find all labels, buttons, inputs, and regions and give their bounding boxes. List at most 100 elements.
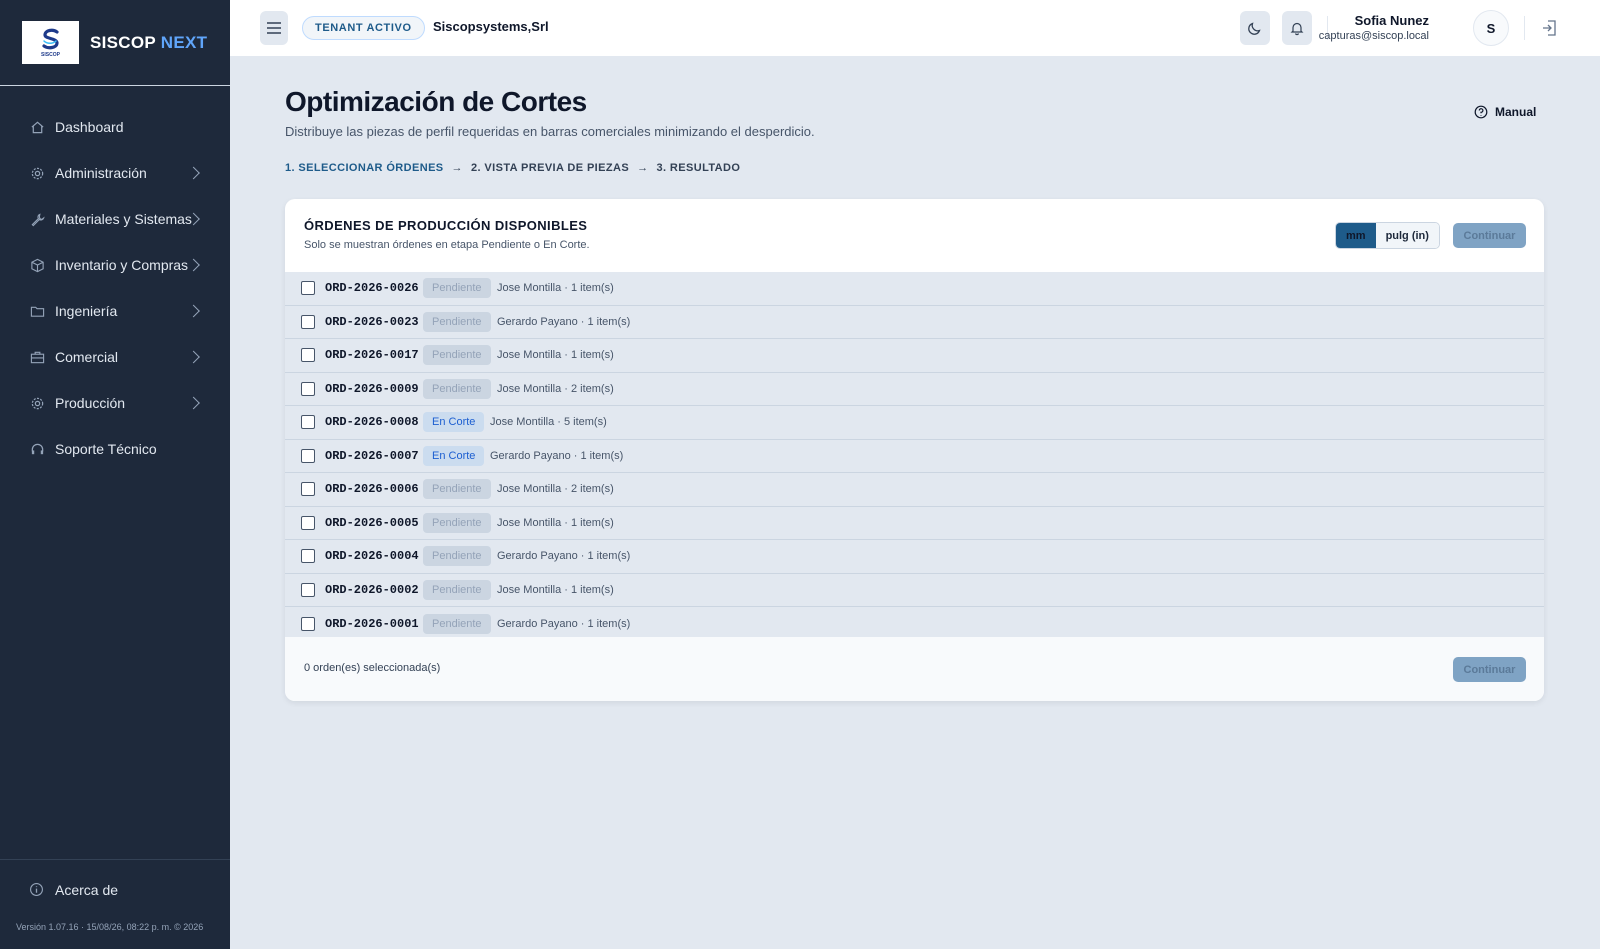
sidebar-item-label: Materiales y Sistemas [55,211,192,227]
user-name: Sofia Nunez [1354,13,1429,28]
step-arrow: → [451,162,463,174]
logo-s-icon [41,28,59,50]
orders-card-footer: 0 orden(es) seleccionada(s) Continuar [285,637,1544,701]
home-icon [29,119,45,135]
sidebar-item-label: Dashboard [55,119,124,135]
about-link[interactable]: Acerca de [29,882,118,898]
order-code: ORD-2026-0007 [325,448,419,463]
step-select-orders[interactable]: 1. SELECCIONAR ÓRDENES [285,162,444,174]
sidebar-item-inventario-compras[interactable]: Inventario y Compras [0,242,230,288]
order-checkbox[interactable] [301,348,315,363]
siscop-logo: SISCOP [22,21,79,64]
chevron-right-icon [187,396,200,410]
manual-link[interactable]: Manual [1474,105,1536,119]
table-row[interactable]: ORD-2026-0005 Pendiente Jose Montilla · … [285,506,1544,540]
manual-label: Manual [1495,105,1537,119]
orders-card-subtitle: Solo se muestran órdenes en etapa Pendie… [304,239,590,251]
order-checkbox[interactable] [301,415,315,430]
sidebar-item-label: Producción [55,395,126,411]
sidebar-item-soporte-tecnico[interactable]: Soporte Técnico [0,426,230,472]
bell-icon [1290,22,1304,36]
table-row[interactable]: ORD-2026-0007 En Corte Gerardo Payano · … [285,439,1544,473]
order-checkbox[interactable] [301,549,315,564]
chevron-right-icon [187,350,200,364]
order-meta: Jose Montilla · 1 item(s) [497,282,614,295]
order-checkbox[interactable] [301,582,315,597]
logo-text: SISCOP [41,52,60,58]
table-row[interactable]: ORD-2026-0001 Pendiente Gerardo Payano ·… [285,607,1544,641]
sidebar-item-comercial[interactable]: Comercial [0,334,230,380]
order-checkbox[interactable] [301,281,315,296]
table-row[interactable]: ORD-2026-0006 Pendiente Jose Montilla · … [285,473,1544,507]
status-badge: En Corte [423,445,485,466]
topbar: TENANT ACTIVO Siscopsystems,Srl Sofia Nu… [230,0,1600,57]
briefcase-icon [29,349,45,365]
topbar-divider [1524,16,1525,40]
info-icon [29,882,45,898]
sidebar-item-label: Inventario y Compras [55,257,189,273]
table-row[interactable]: ORD-2026-0017 Pendiente Jose Montilla · … [285,339,1544,373]
brand[interactable]: SISCOP SISCOP NEXT [0,0,230,86]
status-badge: Pendiente [423,278,491,299]
table-row[interactable]: ORD-2026-0002 Pendiente Jose Montilla · … [285,573,1544,607]
sidebar-item-administracion[interactable]: Administración [0,150,230,196]
status-badge: Pendiente [423,311,491,332]
order-meta: Jose Montilla · 1 item(s) [497,583,614,596]
sidebar-item-dashboard[interactable]: Dashboard [0,104,230,150]
headset-icon [29,441,45,457]
unit-inch-option[interactable]: pulg (in) [1375,223,1439,248]
order-checkbox[interactable] [301,381,315,396]
user-email: capturas@siscop.local [1318,30,1429,42]
table-row[interactable]: ORD-2026-0004 Pendiente Gerardo Payano ·… [285,540,1544,574]
order-meta: Gerardo Payano · 1 item(s) [497,617,631,630]
order-code: ORD-2026-0002 [325,582,419,597]
continue-button-bottom[interactable]: Continuar [1453,657,1526,682]
tenant-badge: TENANT ACTIVO [302,16,425,40]
sidebar-item-materiales-sistemas[interactable]: Materiales y Sistemas [0,196,230,242]
sidebar-item-label: Administración [55,165,147,181]
sidebar-item-produccion[interactable]: Producción [0,380,230,426]
status-badge: Pendiente [423,546,491,567]
order-checkbox[interactable] [301,482,315,497]
continue-button[interactable]: Continuar [1453,223,1526,248]
orders-card-header: ÓRDENES DE PRODUCCIÓN DISPONIBLES Solo s… [285,199,1544,272]
step-preview-pieces[interactable]: 2. VISTA PREVIA DE PIEZAS [471,162,629,174]
table-row[interactable]: ORD-2026-0026 Pendiente Jose Montilla · … [285,272,1544,306]
logout-icon[interactable] [1540,18,1560,38]
orders-card-title: ÓRDENES DE PRODUCCIÓN DISPONIBLES [304,218,588,233]
order-checkbox[interactable] [301,314,315,329]
order-meta: Jose Montilla · 2 item(s) [497,483,614,496]
table-row[interactable]: ORD-2026-0009 Pendiente Jose Montilla · … [285,372,1544,406]
order-code: ORD-2026-0023 [325,314,419,329]
page-title: Optimización de Cortes [285,86,587,117]
status-badge: Pendiente [423,345,491,366]
avatar[interactable]: S [1473,10,1509,46]
sidebar-item-ingenieria[interactable]: Ingeniería [0,288,230,334]
table-row[interactable]: ORD-2026-0008 En Corte Jose Montilla · 5… [285,406,1544,440]
status-badge: Pendiente [423,613,491,634]
hamburger-icon [267,22,281,34]
orders-list: ORD-2026-0026 Pendiente Jose Montilla · … [285,272,1544,641]
status-badge: Pendiente [423,378,491,399]
order-code: ORD-2026-0004 [325,549,419,564]
help-circle-icon [1474,105,1488,119]
order-code: ORD-2026-0008 [325,415,419,430]
status-badge: Pendiente [423,512,491,533]
order-meta: Jose Montilla · 1 item(s) [497,516,614,529]
sidebar-nav: Dashboard Administración Materiales y Si… [0,104,230,472]
order-checkbox[interactable] [301,448,315,463]
selected-count: 0 orden(es) seleccionada(s) [304,662,441,674]
theme-toggle-button[interactable] [1240,11,1270,45]
version-text: Versión 1.07.16 · 15/08/26, 08:22 p. m. … [16,922,204,932]
notifications-button[interactable] [1282,11,1312,45]
sidebar-item-label: Soporte Técnico [55,441,157,457]
menu-toggle-button[interactable] [260,11,288,45]
unit-mm-option[interactable]: mm [1336,223,1376,248]
step-result[interactable]: 3. RESULTADO [656,162,740,174]
unit-toggle: mm pulg (in) [1335,222,1440,249]
order-checkbox[interactable] [301,616,315,631]
chevron-right-icon [187,258,200,272]
status-badge: En Corte [423,412,485,433]
order-checkbox[interactable] [301,515,315,530]
table-row[interactable]: ORD-2026-0023 Pendiente Gerardo Payano ·… [285,305,1544,339]
